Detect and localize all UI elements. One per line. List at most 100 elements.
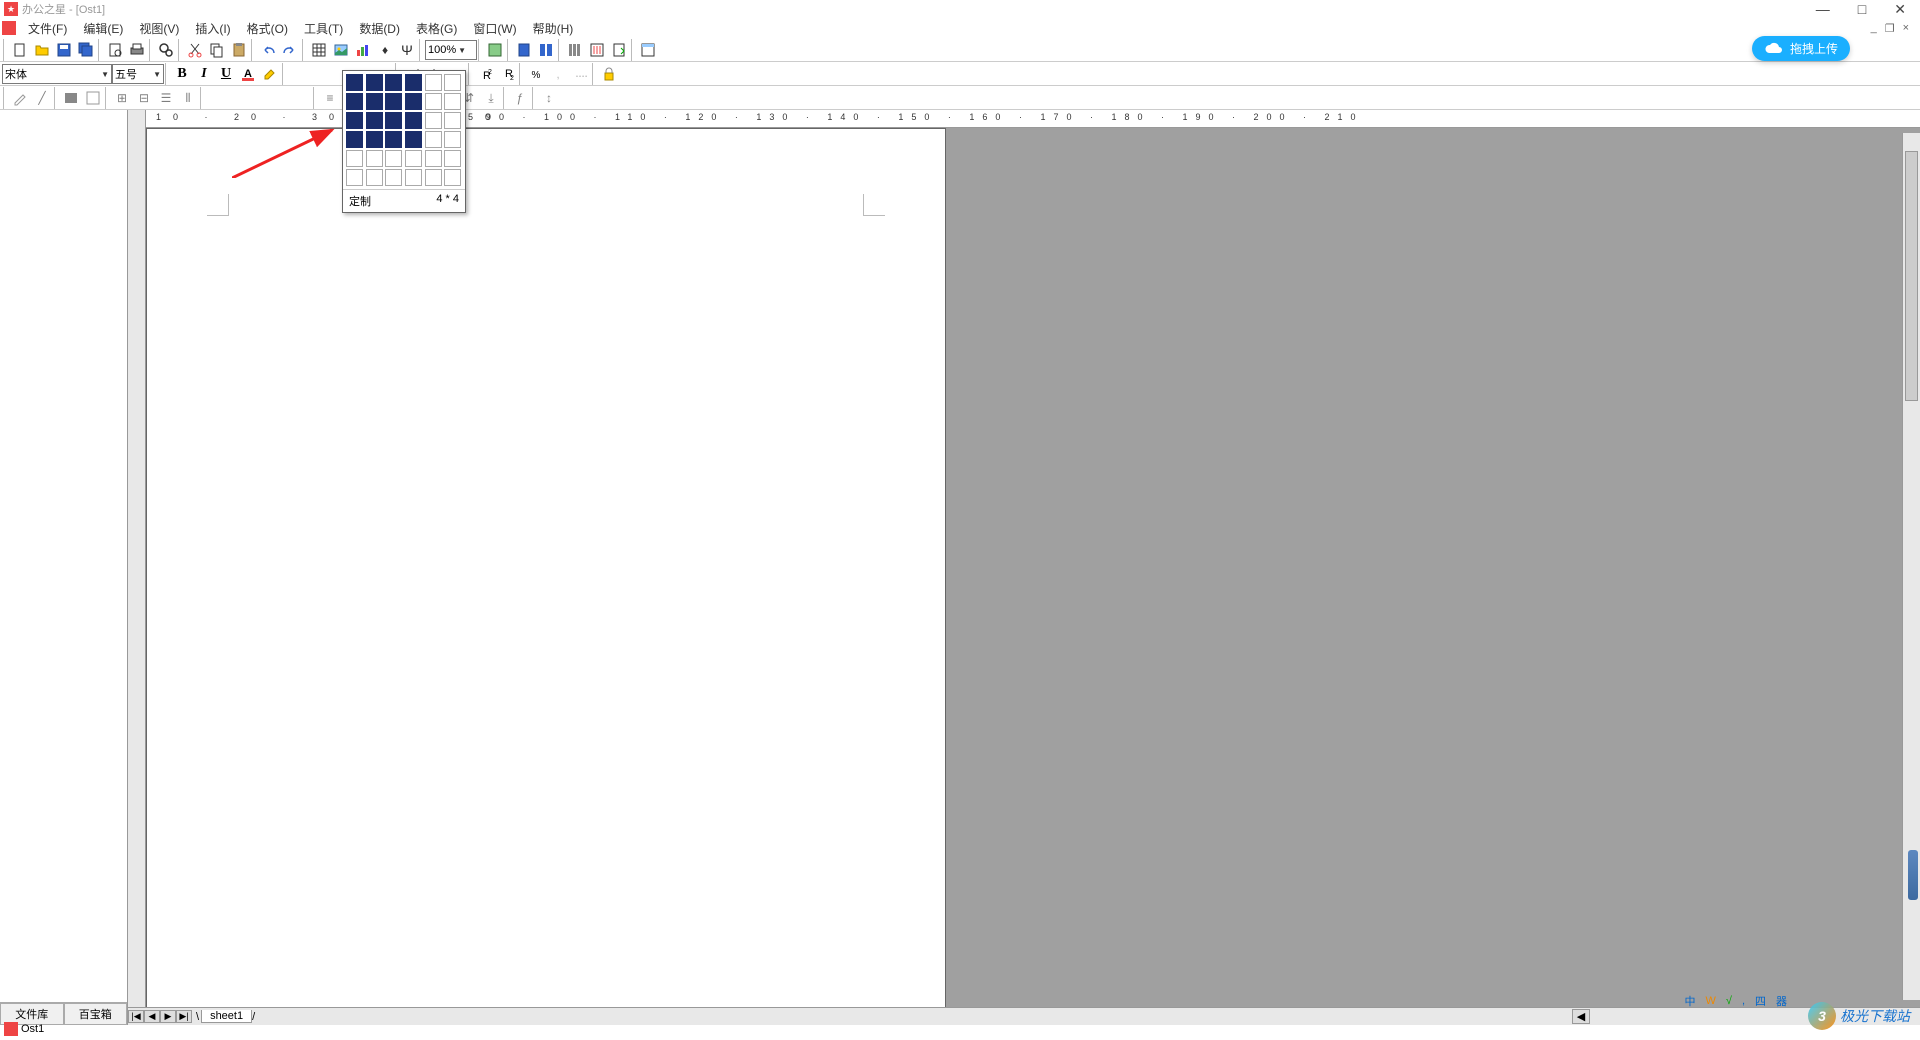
copy-button[interactable] <box>206 39 228 61</box>
table-picker-cell[interactable] <box>385 169 402 186</box>
side-handle[interactable] <box>1908 850 1918 900</box>
table-picker-cell[interactable] <box>405 112 422 129</box>
print-button[interactable] <box>126 39 148 61</box>
underline-button[interactable]: U <box>215 63 237 85</box>
table-picker-cell[interactable] <box>405 131 422 148</box>
table-picker-cell[interactable] <box>425 169 442 186</box>
distribute-rows-button[interactable]: ☰ <box>155 87 177 109</box>
table-picker-cell[interactable] <box>346 74 363 91</box>
insert-table-button[interactable] <box>308 39 330 61</box>
insert-chart-button[interactable] <box>352 39 374 61</box>
distribute-cols-button[interactable]: ⦀ <box>177 87 199 109</box>
table-picker-cell[interactable] <box>444 169 461 186</box>
taskbar-doc[interactable]: Ost1 <box>0 1018 48 1040</box>
view-normal-button[interactable] <box>484 39 506 61</box>
page-setup-button[interactable] <box>608 39 630 61</box>
ime-punct[interactable]: , <box>1739 994 1748 1008</box>
table-picker-cell[interactable] <box>444 112 461 129</box>
upload-button[interactable]: 拖拽上传 <box>1752 36 1850 61</box>
scrollbar-thumb[interactable] <box>1905 151 1918 401</box>
menu-data[interactable]: 数据(D) <box>351 18 408 39</box>
table-picker-cell[interactable] <box>425 150 442 167</box>
ime-pad[interactable]: 器 <box>1773 992 1790 1010</box>
ime-w[interactable]: W <box>1703 994 1719 1008</box>
table-picker-cell[interactable] <box>346 169 363 186</box>
table-picker-cell[interactable] <box>346 112 363 129</box>
text-direction-button[interactable] <box>586 39 608 61</box>
ime-toolbar[interactable]: 中 W √ , 四 器 <box>1682 992 1791 1010</box>
table-picker-cell[interactable] <box>366 150 383 167</box>
bold-button[interactable]: B <box>171 63 193 85</box>
insert-image-button[interactable] <box>330 39 352 61</box>
table-picker-cell[interactable] <box>385 150 402 167</box>
hscroll-left[interactable]: ◀ <box>1572 1009 1590 1024</box>
char-spacing-button[interactable]: % <box>525 63 547 85</box>
table-picker-cell[interactable] <box>366 131 383 148</box>
undo-button[interactable] <box>257 39 279 61</box>
close-button[interactable]: ✕ <box>1894 1 1906 18</box>
view-page-button[interactable] <box>513 39 535 61</box>
table-picker-cell[interactable] <box>385 131 402 148</box>
insert-equation-button[interactable]: Ψ <box>396 39 418 61</box>
font-size-combo[interactable]: 五号▼ <box>112 64 164 84</box>
line-button[interactable]: ╱ <box>31 87 53 109</box>
table-picker-cell[interactable] <box>385 74 402 91</box>
table-picker-cell[interactable] <box>444 74 461 91</box>
table-picker-cell[interactable] <box>385 112 402 129</box>
autosum-button[interactable]: ƒ <box>509 87 531 109</box>
header-footer-button[interactable] <box>637 39 659 61</box>
char-kern-button[interactable]: , <box>547 63 569 85</box>
mdi-restore[interactable]: ❐ <box>1882 22 1898 35</box>
sort-button[interactable]: ↕ <box>538 87 560 109</box>
table-picker-cell[interactable] <box>425 131 442 148</box>
find-button[interactable] <box>155 39 177 61</box>
ime-full[interactable]: 四 <box>1752 992 1769 1010</box>
table-picker-cell[interactable] <box>366 74 383 91</box>
font-name-combo[interactable]: 宋体▼ <box>2 64 112 84</box>
menu-help[interactable]: 帮助(H) <box>525 18 582 39</box>
new-button[interactable] <box>9 39 31 61</box>
font-color-button[interactable]: A <box>237 63 259 85</box>
valign-bottom-button[interactable]: ⤓ <box>480 87 502 109</box>
split-cells-button[interactable]: ⊟ <box>133 87 155 109</box>
zoom-combo[interactable]: 100%▼ <box>425 40 477 60</box>
menu-tools[interactable]: 工具(T) <box>296 18 351 39</box>
vertical-ruler[interactable] <box>128 128 146 1007</box>
maximize-button[interactable]: □ <box>1858 1 1866 18</box>
pen-button[interactable] <box>9 87 31 109</box>
menu-window[interactable]: 窗口(W) <box>465 18 524 39</box>
table-picker-cell[interactable] <box>444 150 461 167</box>
mdi-close[interactable]: × <box>1900 22 1912 35</box>
table-picker-cell[interactable] <box>405 74 422 91</box>
menu-format[interactable]: 格式(O) <box>239 18 296 39</box>
table-picker-cell[interactable] <box>346 93 363 110</box>
table-picker-cell[interactable] <box>385 93 402 110</box>
table-picker-cell[interactable] <box>366 112 383 129</box>
table-picker-cell[interactable] <box>366 169 383 186</box>
view-split-button[interactable] <box>535 39 557 61</box>
open-button[interactable] <box>31 39 53 61</box>
char-position-button[interactable]: ᠁ <box>569 63 591 85</box>
document-page[interactable] <box>146 128 946 1007</box>
table-picker-cell[interactable] <box>405 150 422 167</box>
insert-symbol-button[interactable]: ♦ <box>374 39 396 61</box>
table-picker-cell[interactable] <box>425 112 442 129</box>
ime-check[interactable]: √ <box>1723 994 1735 1008</box>
columns-button[interactable] <box>564 39 586 61</box>
align-left-button[interactable]: ≡ <box>319 87 341 109</box>
mdi-minimize[interactable]: _ <box>1868 22 1880 35</box>
sheet-nav-last[interactable]: ▶| <box>176 1010 192 1023</box>
menu-table[interactable]: 表格(G) <box>408 18 465 39</box>
paste-button[interactable] <box>228 39 250 61</box>
table-picker-cell[interactable] <box>425 93 442 110</box>
save-button[interactable] <box>53 39 75 61</box>
sheet-nav-next[interactable]: ▶ <box>160 1010 176 1023</box>
table-picker-cell[interactable] <box>346 150 363 167</box>
tab-treasure-box[interactable]: 百宝箱 <box>64 1003 128 1025</box>
redo-button[interactable] <box>279 39 301 61</box>
subscript-button[interactable]: R2 <box>496 63 518 85</box>
save-all-button[interactable] <box>75 39 97 61</box>
italic-button[interactable]: I <box>193 63 215 85</box>
table-picker-custom[interactable]: 定制 <box>349 193 371 209</box>
minimize-button[interactable]: ― <box>1816 1 1830 18</box>
